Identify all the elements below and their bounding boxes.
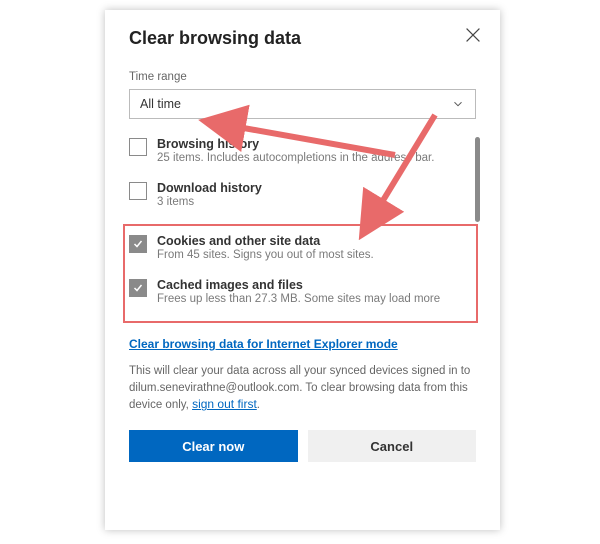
chevron-down-icon <box>451 97 465 111</box>
close-button[interactable] <box>462 24 484 46</box>
list-item: Download history 3 items <box>129 181 476 211</box>
item-sub: 3 items <box>157 195 262 211</box>
timerange-value: All time <box>140 97 181 111</box>
list-item: Browsing history 25 items. Includes auto… <box>129 137 476 167</box>
checkbox-download-history[interactable] <box>129 182 147 200</box>
check-icon <box>132 282 144 294</box>
dialog-title: Clear browsing data <box>129 28 476 49</box>
item-sub: Frees up less than 27.3 MB. Some sites m… <box>157 292 440 308</box>
data-types-list: Browsing history 25 items. Includes auto… <box>129 137 476 323</box>
sign-out-link[interactable]: sign out first <box>192 397 257 411</box>
item-sub: From 45 sites. Signs you out of most sit… <box>157 248 374 264</box>
clear-now-button[interactable]: Clear now <box>129 430 298 462</box>
scrollbar-thumb[interactable] <box>475 137 480 222</box>
checkbox-cached-files[interactable] <box>129 279 147 297</box>
cancel-button[interactable]: Cancel <box>308 430 477 462</box>
close-icon <box>462 24 484 46</box>
check-icon <box>132 238 144 250</box>
timerange-select[interactable]: All time <box>129 89 476 119</box>
item-title: Cached images and files <box>157 278 440 292</box>
dialog-buttons: Clear now Cancel <box>129 430 476 462</box>
list-item: Cookies and other site data From 45 site… <box>129 234 472 264</box>
item-title: Download history <box>157 181 262 195</box>
annotation-highlight-box: Cookies and other site data From 45 site… <box>123 224 478 323</box>
clear-browsing-data-dialog: Clear browsing data Time range All time … <box>105 10 500 530</box>
ie-mode-link[interactable]: Clear browsing data for Internet Explore… <box>129 337 476 351</box>
item-title: Cookies and other site data <box>157 234 374 248</box>
item-sub: 25 items. Includes autocompletions in th… <box>157 151 434 167</box>
item-title: Browsing history <box>157 137 434 151</box>
list-item: Cached images and files Frees up less th… <box>129 278 472 308</box>
checkbox-cookies[interactable] <box>129 235 147 253</box>
timerange-label: Time range <box>129 71 476 83</box>
checkbox-browsing-history[interactable] <box>129 138 147 156</box>
sync-note: This will clear your data across all you… <box>129 363 476 414</box>
